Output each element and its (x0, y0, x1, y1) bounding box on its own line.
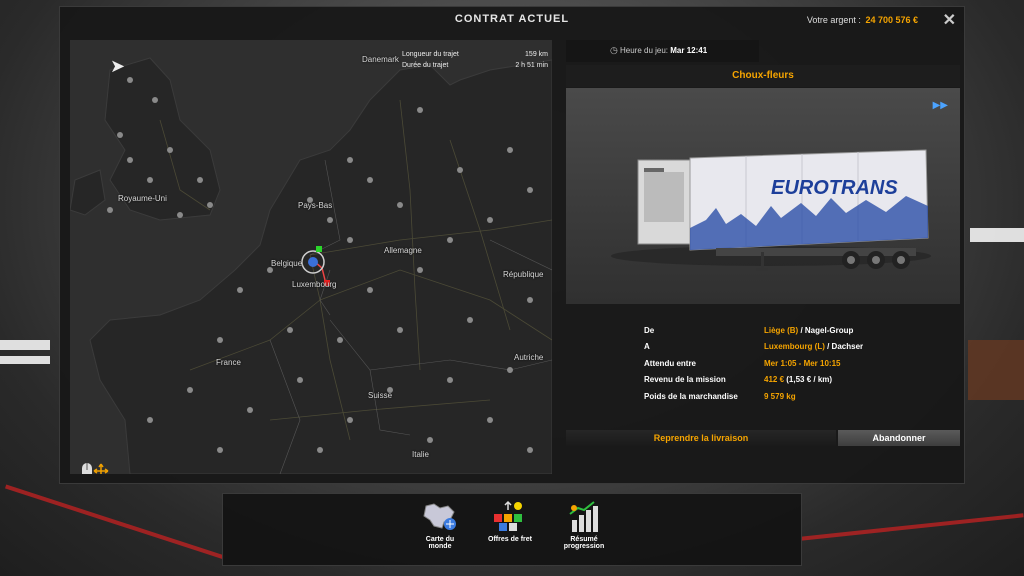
progress-chart-icon (569, 501, 598, 532)
detail-row-weight: Poids de la marchandise 9 579 kg (566, 388, 960, 405)
route-duration-label: Durée du trajet (402, 62, 449, 69)
map-label-autriche: Autriche (514, 353, 544, 362)
revenue-value: 412 € (764, 375, 785, 385)
map-label-allemagne: Allemagne (384, 246, 422, 255)
floor-stripe (5, 484, 225, 560)
trailer-logo-text: EUROTRANS (771, 177, 898, 199)
game-time-value: Mar 12:41 (670, 46, 708, 55)
resume-delivery-button[interactable]: Reprendre la livraison (566, 430, 836, 446)
from-city: Liège (B) (764, 325, 799, 335)
map-label-suisse: Suisse (368, 391, 393, 400)
clock-icon: ◷ (610, 45, 618, 55)
europe-map-icon (423, 503, 456, 530)
route-length-value: 159 km (525, 51, 548, 58)
expected-value: Mer 1:05 - Mer 10:15 (764, 358, 841, 368)
map-label-pays-bas: Pays-Bas (298, 201, 333, 210)
money-display: Votre argent : 24 700 576 € (807, 15, 918, 25)
revenue-rate: (1,53 € / km) (784, 375, 833, 385)
money-label: Votre argent : (806, 15, 861, 25)
map-label-royaume-uni: Royaume-Uni (118, 194, 167, 203)
route-duration-value: 2 h 51 min (515, 62, 548, 69)
world-map-label-1: Carte du (425, 536, 455, 543)
detail-row-revenue: Revenu de la mission 412 € (1,53 € / km) (566, 372, 960, 389)
fast-forward-icon[interactable]: ▶▶ (933, 100, 948, 111)
mouse-cursor-icon: ➤ (110, 56, 126, 76)
expected-label: Attendu entre (644, 358, 696, 368)
map-label-italie: Italie (412, 450, 429, 459)
map-label-france: France (216, 358, 241, 367)
world-map-label-2: monde (428, 543, 452, 550)
trailer-preview[interactable]: ▶▶ EUROTRANS (566, 88, 960, 304)
money-value: 24 700 576 € (865, 15, 918, 25)
from-company: / Nagel-Group (798, 325, 854, 335)
floor-stripe (800, 513, 1024, 541)
map-label-luxembourg: Luxembourg (292, 280, 337, 289)
to-city: Luxembourg (L) (764, 342, 825, 352)
bottom-dock: Carte du monde Offres de fret Résumé pro… (222, 493, 802, 566)
progress-label-1: Résumé (570, 536, 598, 543)
contract-details: De Liège (B) / Nagel-Group A Luxembourg … (566, 322, 960, 405)
map-label-danemark: Danemark (362, 55, 399, 64)
detail-row-from: De Liège (B) / Nagel-Group (566, 322, 960, 339)
to-company: / Dachser (824, 342, 864, 352)
cargo-name: Choux-fleurs (566, 65, 960, 87)
route-info: Longueur du trajet 159 km Durée du traje… (402, 49, 548, 71)
progress-summary-button[interactable]: Résumé progression (551, 500, 617, 550)
route-map[interactable]: ➤ Danemark Royaume-Uni Pays-Bas Allemagn… (70, 40, 552, 474)
freight-label: Offres de fret (488, 536, 532, 543)
detail-row-to: A Luxembourg (L) / Dachser (566, 339, 960, 356)
detail-row-expected: Attendu entre Mer 1:05 - Mer 10:15 (566, 355, 960, 372)
garage-light (0, 340, 50, 350)
route-length-label: Longueur du trajet (402, 51, 459, 58)
to-label: A (644, 342, 650, 352)
game-time: ◷ Heure du jeu: Mar 12:41 (566, 40, 759, 62)
revenue-label: Revenu de la mission (644, 375, 726, 385)
close-icon[interactable]: ✕ (943, 10, 956, 30)
current-contract-window: CONTRAT ACTUEL Votre argent : 24 700 576… (59, 6, 965, 484)
garage-light (970, 228, 1024, 242)
game-time-label: Heure du jeu: (620, 46, 669, 55)
world-map-button[interactable]: Carte du monde (407, 500, 473, 550)
from-label: De (644, 325, 655, 335)
map-label-republique: République (503, 270, 544, 279)
map-label-belgique: Belgique (271, 259, 303, 268)
garage-door (968, 340, 1024, 400)
weight-label: Poids de la marchandise (644, 391, 738, 401)
garage-light (0, 356, 50, 364)
progress-label-2: progression (563, 543, 605, 550)
map-graphic (70, 40, 552, 474)
freight-icon (494, 500, 522, 531)
trailer-image: EUROTRANS (611, 149, 931, 271)
freight-offers-button[interactable]: Offres de fret (477, 500, 543, 543)
abandon-button[interactable]: Abandonner (838, 430, 960, 446)
weight-value: 9 579 kg (764, 391, 796, 401)
